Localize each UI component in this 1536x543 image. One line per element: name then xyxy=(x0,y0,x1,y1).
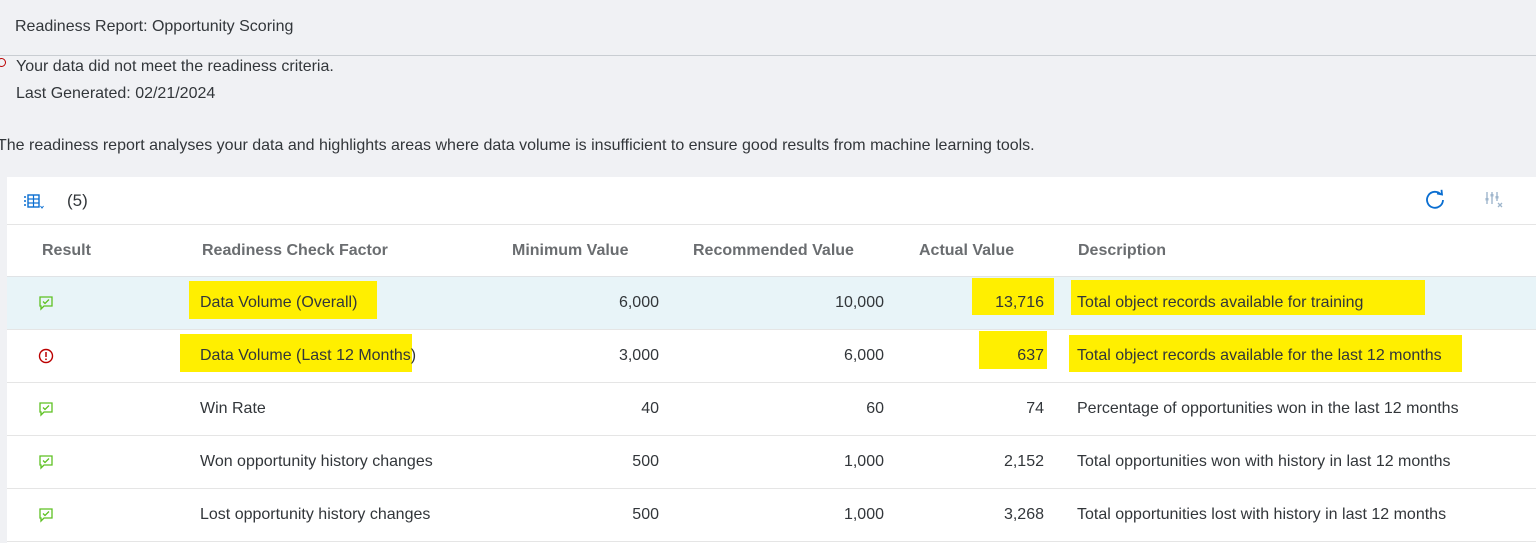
column-header-recommended[interactable]: Recommended Value xyxy=(693,242,854,260)
description-cell: Total opportunities won with history in … xyxy=(1077,453,1451,470)
table-settings-icon[interactable] xyxy=(1484,190,1504,210)
success-icon xyxy=(38,401,54,417)
description-cell: Total opportunities lost with history in… xyxy=(1077,506,1447,523)
column-header-result[interactable]: Result xyxy=(42,242,91,260)
readiness-table: (5) Result Readiness Check Factor Minimu… xyxy=(7,177,1536,543)
column-header-factor[interactable]: Readiness Check Factor xyxy=(202,242,388,260)
factor-cell: Win Rate xyxy=(200,400,266,417)
table-row[interactable]: Data Volume (Last 12 Months) 3,000 6,000… xyxy=(7,330,1536,383)
actual-cell: 637 xyxy=(1017,347,1044,364)
factor-cell: Data Volume (Overall) xyxy=(200,294,358,311)
factor-cell: Won opportunity history changes xyxy=(200,453,433,470)
title-bar: Readiness Report: Opportunity Scoring xyxy=(0,0,1536,56)
minimum-cell: 6,000 xyxy=(618,294,659,311)
table-row[interactable]: Lost opportunity history changes 500 1,0… xyxy=(7,489,1536,542)
description-cell: Total object records available for train… xyxy=(1077,294,1364,311)
minimum-cell: 40 xyxy=(641,400,659,417)
actual-cell: 13,716 xyxy=(995,294,1044,311)
factor-cell: Lost opportunity history changes xyxy=(200,506,431,523)
column-header-minimum[interactable]: Minimum Value xyxy=(512,242,628,260)
actual-cell: 74 xyxy=(1026,400,1044,417)
table-row[interactable]: Won opportunity history changes 500 1,00… xyxy=(7,436,1536,489)
actual-cell: 3,268 xyxy=(1003,506,1044,523)
refresh-icon[interactable] xyxy=(1424,189,1446,211)
table-row[interactable]: Win Rate 40 60 74 Percentage of opportun… xyxy=(7,383,1536,436)
success-icon xyxy=(38,454,54,470)
table-view-icon[interactable] xyxy=(23,193,45,211)
page-title: Readiness Report: Opportunity Scoring xyxy=(15,18,294,35)
minimum-cell: 500 xyxy=(632,506,659,523)
recommended-cell: 1,000 xyxy=(843,506,884,523)
minimum-cell: 3,000 xyxy=(618,347,659,364)
recommended-cell: 1,000 xyxy=(843,453,884,470)
recommended-cell: 6,000 xyxy=(843,347,884,364)
factor-cell: Data Volume (Last 12 Months) xyxy=(200,347,417,364)
last-generated: Last Generated: 02/21/2024 xyxy=(16,85,216,102)
intro-text: The readiness report analyses your data … xyxy=(0,137,1035,154)
success-icon xyxy=(38,507,54,523)
minimum-cell: 500 xyxy=(632,453,659,470)
column-header-description[interactable]: Description xyxy=(1078,242,1166,260)
error-status-icon xyxy=(0,58,6,67)
column-header-actual[interactable]: Actual Value xyxy=(919,242,1014,260)
table-row[interactable]: Data Volume (Overall) 6,000 10,000 13,71… xyxy=(7,277,1536,330)
description-cell: Percentage of opportunities won in the l… xyxy=(1077,400,1459,417)
table-header: Result Readiness Check Factor Minimum Va… xyxy=(7,225,1536,277)
row-count: (5) xyxy=(67,191,88,210)
status-text: Your data did not meet the readiness cri… xyxy=(16,58,334,75)
actual-cell: 2,152 xyxy=(1003,453,1044,470)
table-toolbar: (5) xyxy=(7,177,1536,225)
recommended-cell: 60 xyxy=(866,400,884,417)
success-icon xyxy=(38,295,54,311)
description-cell: Total object records available for the l… xyxy=(1077,347,1442,364)
error-icon xyxy=(38,348,54,364)
recommended-cell: 10,000 xyxy=(835,294,884,311)
